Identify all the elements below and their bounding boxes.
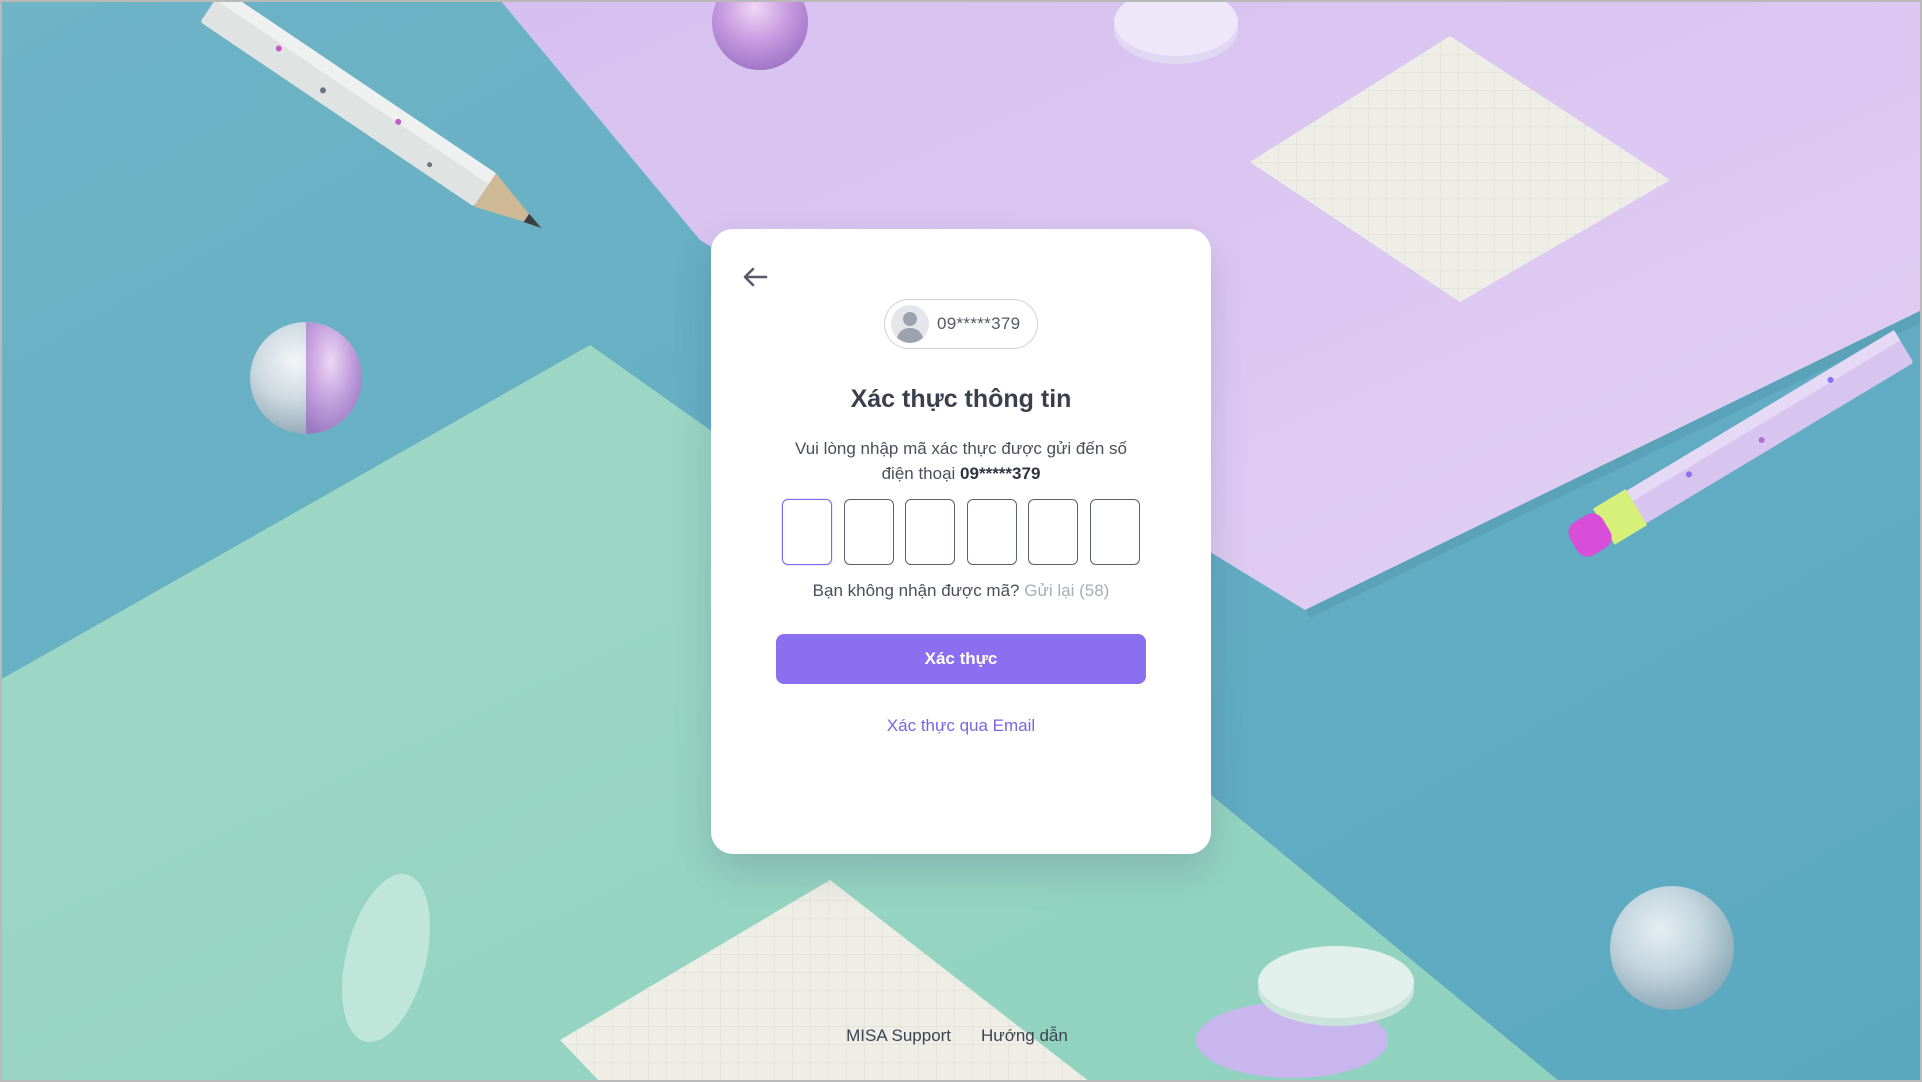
otp-digit-2[interactable] (843, 499, 894, 565)
back-arrow-icon (743, 267, 768, 287)
resend-line: Bạn không nhận được mã? Gửi lại (58) (711, 581, 1211, 601)
verification-description: Vui lòng nhập mã xác thực được gửi đến s… (781, 436, 1141, 486)
misa-support-link[interactable]: MISA Support (846, 1026, 951, 1046)
resend-prompt: Bạn không nhận được mã? (812, 581, 1020, 600)
otp-digit-6[interactable] (1089, 499, 1140, 565)
otp-digit-3[interactable] (905, 499, 956, 565)
footer-links: MISA Support Hướng dẫn (0, 1026, 1922, 1046)
otp-digit-1[interactable] (782, 499, 832, 565)
back-button[interactable] (737, 259, 773, 295)
account-phone: 09*****379 (937, 314, 1021, 333)
verification-card: 09*****379 Xác thực thông tin Vui lòng n… (711, 229, 1211, 854)
otp-digit-4[interactable] (966, 499, 1017, 565)
page-title: Xác thực thông tin (850, 385, 1072, 413)
resend-code-link[interactable]: Gửi lại (58) (1024, 581, 1109, 600)
guide-link[interactable]: Hướng dẫn (981, 1026, 1068, 1046)
otp-digit-5[interactable] (1028, 499, 1079, 565)
verify-button[interactable]: Xác thực (776, 634, 1146, 684)
verify-via-email-link[interactable]: Xác thực qua Email (711, 716, 1211, 736)
account-selector[interactable]: 09*****379 (884, 299, 1038, 349)
description-phone: 09*****379 (960, 464, 1041, 483)
user-avatar-icon (891, 305, 929, 343)
otp-input-group (782, 499, 1140, 565)
